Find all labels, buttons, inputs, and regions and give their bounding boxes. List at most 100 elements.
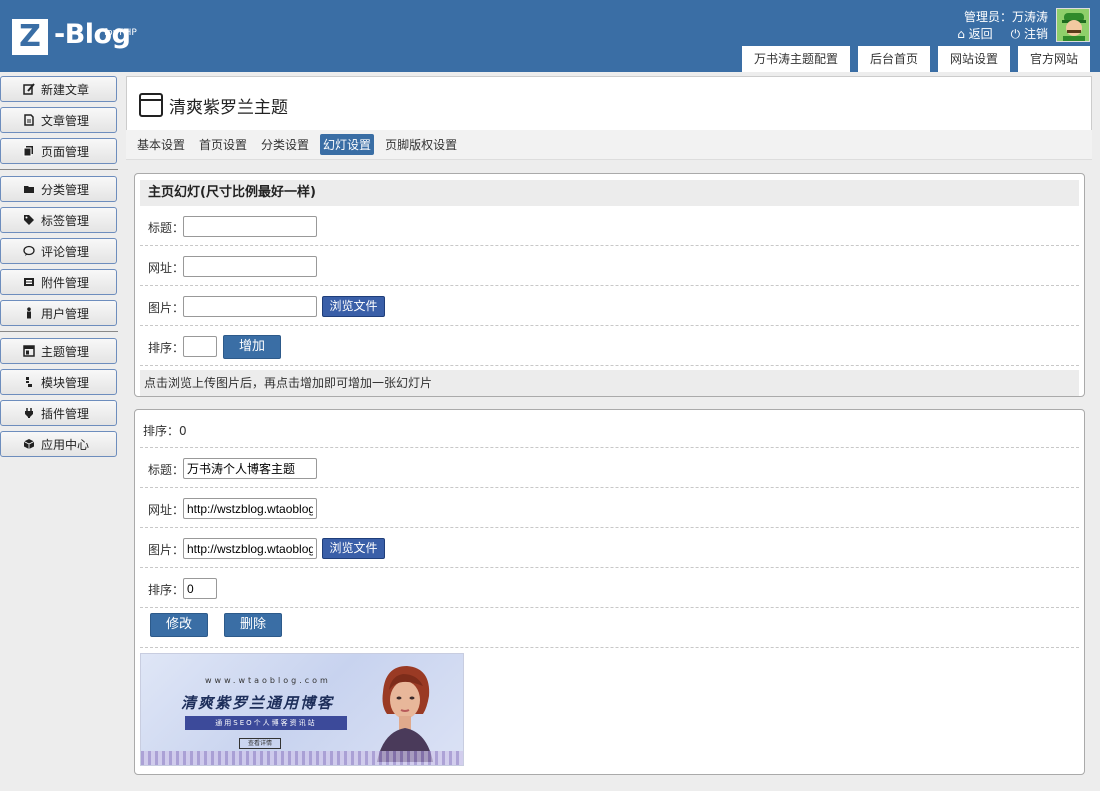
sidebar-item-label: 文章管理 bbox=[41, 113, 90, 128]
sidebar-item-articles[interactable]: 文章管理 bbox=[0, 107, 117, 133]
slide-preview-image: www.wtaoblog.com 清爽紫罗兰通用博客 通用SEO个人博客资讯站 … bbox=[140, 653, 464, 766]
window-icon bbox=[139, 93, 163, 117]
tag-icon bbox=[24, 215, 34, 225]
top-tab-site-settings[interactable]: 网站设置 bbox=[937, 46, 1010, 72]
banner-strip: 通用SEO个人博客资讯站 bbox=[185, 716, 347, 730]
tab-footer-copyright-settings[interactable]: 页脚版权设置 bbox=[382, 134, 460, 155]
title-label: 标题： bbox=[148, 463, 185, 477]
zblog-logo[interactable]: Z -Blog bbox=[12, 19, 131, 59]
plugin-icon bbox=[25, 408, 33, 418]
app-center-icon bbox=[23, 439, 35, 449]
logo-subtitle: for PHP bbox=[104, 28, 137, 38]
back-label: 返回 bbox=[968, 27, 993, 41]
edit-slide-button[interactable]: 修改 bbox=[150, 613, 208, 637]
slide-order-input[interactable] bbox=[183, 578, 217, 599]
page-icon bbox=[23, 146, 33, 157]
slide-order-text: 排序：0 bbox=[143, 424, 187, 438]
order-row: 排序： 增加 bbox=[140, 326, 1079, 366]
sidebar-item-attachments[interactable]: 附件管理 bbox=[0, 269, 117, 295]
sidebar-item-label: 页面管理 bbox=[41, 144, 90, 159]
title-row: 标题： bbox=[140, 206, 1079, 246]
top-tab-dashboard[interactable]: 后台首页 bbox=[857, 46, 930, 72]
sidebar-item-modules[interactable]: 模块管理 bbox=[0, 369, 117, 395]
actions-row: 修改 删除 bbox=[140, 608, 1079, 648]
tab-basic-settings[interactable]: 基本设置 bbox=[134, 134, 188, 155]
tab-slideshow-settings[interactable]: 幻灯设置 bbox=[320, 134, 375, 155]
delete-slide-button[interactable]: 删除 bbox=[224, 613, 282, 637]
sidebar-item-themes[interactable]: 主题管理 bbox=[0, 338, 117, 364]
image-input[interactable] bbox=[183, 296, 317, 317]
browse-file-button[interactable]: 浏览文件 bbox=[322, 296, 385, 317]
top-tab-theme-config[interactable]: 万书涛主题配置 bbox=[741, 46, 850, 72]
logout-label: 注销 bbox=[1023, 27, 1048, 41]
add-slide-button[interactable]: 增加 bbox=[223, 335, 281, 359]
slide-image-input[interactable] bbox=[183, 538, 317, 559]
upload-hint: 点击浏览上传图片后，再点击增加即可增加一张幻灯片 bbox=[140, 370, 1079, 396]
sidebar-item-label: 应用中心 bbox=[41, 437, 90, 452]
sidebar-item-comments[interactable]: 评论管理 bbox=[0, 238, 117, 264]
image-row: 图片： 浏览文件 bbox=[140, 528, 1079, 568]
add-slide-panel: 主页幻灯(尺寸比例最好一样) 标题： 网址： 图片： 浏览文件 排序： 增加 点… bbox=[134, 173, 1085, 397]
flower-border bbox=[141, 751, 463, 765]
sidebar-item-label: 新建文章 bbox=[41, 82, 90, 97]
back-link[interactable]: ⌂ 返回 bbox=[957, 26, 992, 43]
sidebar-divider bbox=[0, 331, 118, 332]
document-icon bbox=[24, 114, 34, 126]
sidebar-item-categories[interactable]: 分类管理 bbox=[0, 176, 117, 202]
power-icon: ⏻ bbox=[1010, 27, 1021, 41]
order-row: 排序： bbox=[140, 568, 1079, 608]
banner-cta: 查看详情 bbox=[239, 738, 281, 749]
page-title: 清爽紫罗兰主题 bbox=[169, 98, 288, 118]
admin-name: 管理员：万涛涛 bbox=[963, 10, 1048, 24]
home-icon: ⌂ bbox=[957, 27, 965, 41]
user-icon bbox=[27, 307, 31, 319]
slide-browse-file-button[interactable]: 浏览文件 bbox=[322, 538, 385, 559]
sidebar-item-app-center[interactable]: 应用中心 bbox=[0, 431, 117, 457]
slide-order-row: 排序：0 bbox=[140, 410, 1079, 448]
sidebar-item-label: 用户管理 bbox=[41, 306, 90, 321]
module-icon bbox=[26, 377, 32, 387]
sidebar-divider bbox=[0, 169, 118, 170]
comment-icon bbox=[23, 245, 35, 256]
sidebar-item-label: 标签管理 bbox=[41, 213, 90, 228]
admin-info: 管理员：万涛涛 ⌂ 返回 ⏻ 注销 bbox=[957, 9, 1048, 43]
image-label: 图片： bbox=[148, 543, 185, 557]
banner-url: www.wtaoblog.com bbox=[205, 676, 331, 685]
slide-title-input[interactable] bbox=[183, 458, 317, 479]
tab-category-settings[interactable]: 分类设置 bbox=[258, 134, 312, 155]
edit-icon bbox=[23, 83, 35, 95]
settings-tabs: 基本设置 首页设置 分类设置 幻灯设置 页脚版权设置 bbox=[126, 130, 1092, 160]
main-content: 清爽紫罗兰主题 基本设置 首页设置 分类设置 幻灯设置 页脚版权设置 主页幻灯(… bbox=[126, 76, 1092, 791]
title-input[interactable] bbox=[183, 216, 317, 237]
sidebar-item-label: 评论管理 bbox=[41, 244, 90, 259]
url-input[interactable] bbox=[183, 256, 317, 277]
logo-mark: Z bbox=[12, 19, 48, 55]
url-row: 网址： bbox=[140, 488, 1079, 528]
logout-link[interactable]: ⏻ 注销 bbox=[1011, 26, 1048, 43]
sidebar-item-label: 模块管理 bbox=[41, 375, 90, 390]
sidebar-item-new-article[interactable]: 新建文章 bbox=[0, 76, 117, 102]
sidebar-item-pages[interactable]: 页面管理 bbox=[0, 138, 117, 164]
slide-url-input[interactable] bbox=[183, 498, 317, 519]
top-tab-official-site[interactable]: 官方网站 bbox=[1017, 46, 1090, 72]
sidebar: 新建文章 文章管理 页面管理 分类管理 标签管理 评论管理 附件管理 用户管理 … bbox=[0, 76, 118, 462]
sidebar-item-label: 插件管理 bbox=[41, 406, 90, 421]
order-label: 排序： bbox=[148, 341, 185, 355]
title-row: 标题： bbox=[140, 448, 1079, 488]
folder-icon bbox=[24, 186, 34, 193]
url-label: 网址： bbox=[148, 503, 185, 517]
header: Z -Blog for PHP 管理员：万涛涛 ⌂ 返回 ⏻ 注销 万书涛主题配… bbox=[0, 0, 1100, 72]
portrait-illustration bbox=[377, 666, 433, 762]
order-input[interactable] bbox=[183, 336, 217, 357]
sidebar-item-tags[interactable]: 标签管理 bbox=[0, 207, 117, 233]
sidebar-item-users[interactable]: 用户管理 bbox=[0, 300, 117, 326]
sidebar-item-label: 分类管理 bbox=[41, 182, 90, 197]
sidebar-item-plugins[interactable]: 插件管理 bbox=[0, 400, 117, 426]
avatar[interactable] bbox=[1056, 8, 1090, 42]
sidebar-item-label: 附件管理 bbox=[41, 275, 90, 290]
tab-home-settings[interactable]: 首页设置 bbox=[196, 134, 250, 155]
order-label: 排序： bbox=[148, 583, 185, 597]
url-label: 网址： bbox=[148, 261, 185, 275]
banner-title: 清爽紫罗兰通用博客 bbox=[181, 694, 335, 712]
slide-item-panel: 排序：0 标题： 网址： 图片： 浏览文件 排序： 修改 删除 www.wtao… bbox=[134, 409, 1085, 775]
